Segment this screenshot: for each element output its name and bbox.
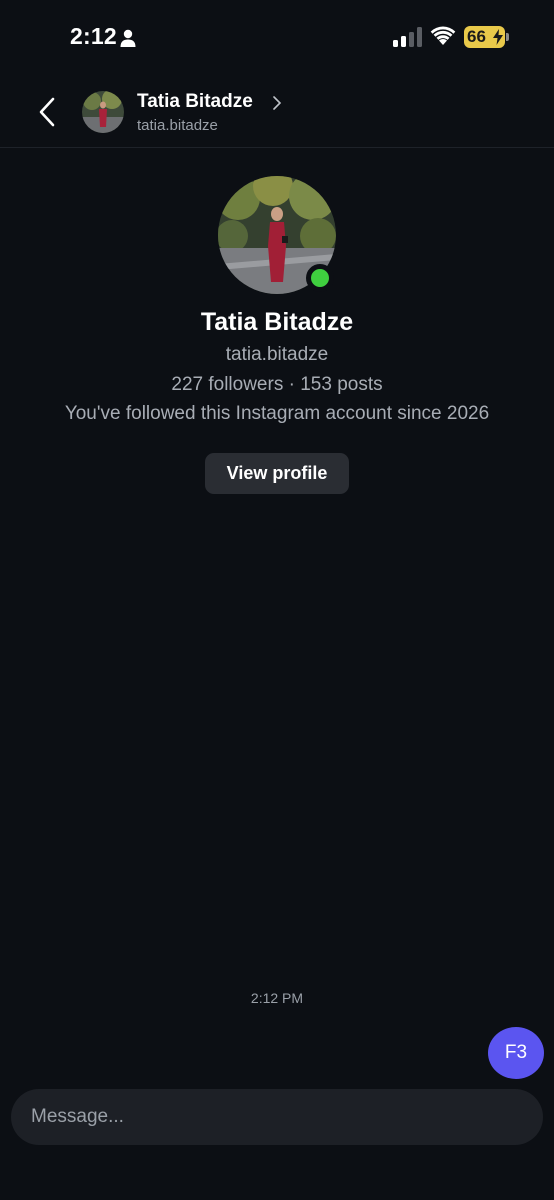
online-status-dot [306,264,334,292]
person-icon [120,29,136,47]
message-input[interactable] [31,1089,511,1145]
chevron-left-icon [39,97,55,127]
status-bar: 2:12 66 [0,0,554,76]
follow-note: You've followed this Instagram account s… [64,403,490,424]
profile-avatar[interactable] [218,176,336,294]
back-button[interactable] [30,94,64,130]
header-avatar[interactable] [82,91,124,133]
battery-indicator: 66 [464,26,505,48]
profile-stats: 227 followers · 153 posts [171,374,383,395]
status-time: 2:12 [70,23,117,49]
profile-name: Tatia Bitadze [200,308,354,336]
wifi-icon [430,26,456,45]
battery-charging-icon [493,29,503,45]
message-timestamp: 2:12 PM [250,990,304,1006]
battery-cap [506,33,509,41]
header-name[interactable]: Tatia Bitadze [137,91,253,113]
sent-message-bubble[interactable]: F3 [488,1027,544,1079]
view-profile-button[interactable]: View profile [205,453,349,494]
chevron-right-icon[interactable] [272,96,282,110]
avatar-photo [82,91,124,133]
header-handle: tatia.bitadze [137,117,218,134]
battery-level: 66 [467,27,486,46]
message-composer [11,1089,543,1145]
profile-handle: tatia.bitadze [225,344,329,365]
chat-header: Tatia Bitadze tatia.bitadze [0,76,554,148]
signal-icon [393,27,422,47]
